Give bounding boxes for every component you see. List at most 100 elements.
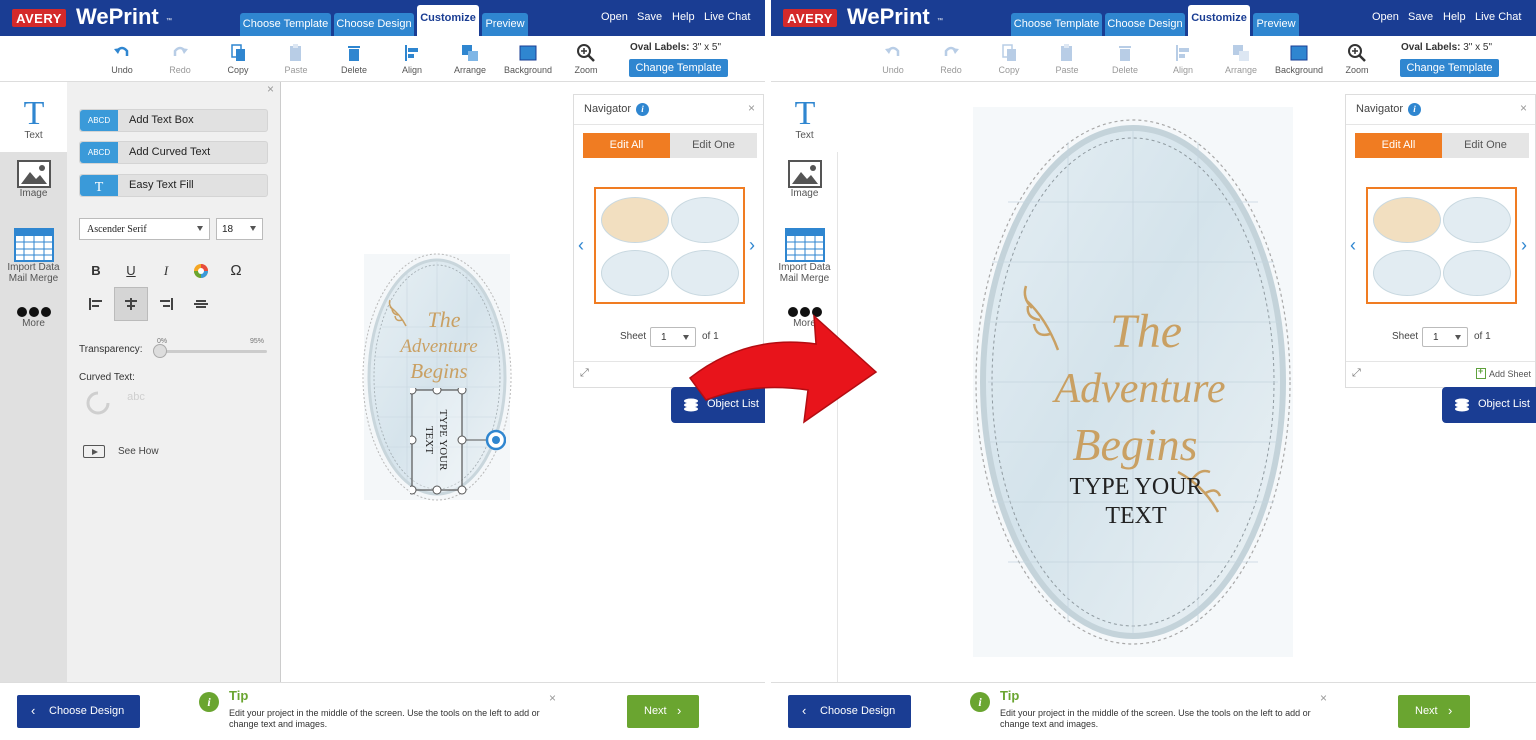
- paste-button[interactable]: Paste: [268, 36, 324, 82]
- background-button[interactable]: Background: [500, 36, 556, 82]
- title-line-2[interactable]: Adventure: [398, 336, 477, 357]
- design-canvas[interactable]: The Adventure Begins TYPE YOUR TEXT Navi…: [838, 82, 1536, 682]
- font-family-select[interactable]: Ascender Serif: [79, 218, 210, 240]
- add-text-box-button[interactable]: ABCD Add Text Box: [79, 109, 268, 132]
- copy-button[interactable]: Copy: [981, 36, 1037, 82]
- mini-label[interactable]: [1443, 197, 1511, 243]
- delete-button[interactable]: Delete: [326, 36, 382, 82]
- zoom-button[interactable]: Zoom: [1329, 36, 1385, 82]
- choose-design-button[interactable]: ‹ Choose Design: [788, 695, 911, 728]
- edit-all-tab[interactable]: Edit All: [1355, 133, 1442, 158]
- object-list-button[interactable]: Object List: [1442, 387, 1536, 423]
- tab-preview[interactable]: Preview: [482, 13, 528, 36]
- paste-button[interactable]: Paste: [1039, 36, 1095, 82]
- expand-icon[interactable]: ⤢: [580, 367, 589, 380]
- edit-one-tab[interactable]: Edit One: [1442, 133, 1529, 158]
- selected-text-box[interactable]: TYPE YOUR TEXT: [410, 388, 506, 500]
- chevron-left-icon[interactable]: ‹: [578, 235, 584, 256]
- live-chat-link[interactable]: Live Chat: [1475, 11, 1521, 23]
- mini-label[interactable]: [1373, 250, 1441, 296]
- add-sheet-button[interactable]: Add Sheet: [1476, 366, 1531, 379]
- background-button[interactable]: Background: [1271, 36, 1327, 82]
- align-button[interactable]: Align: [1155, 36, 1211, 82]
- font-size-select[interactable]: 18: [216, 218, 263, 240]
- chevron-left-icon[interactable]: ‹: [1350, 235, 1356, 256]
- arrange-button[interactable]: Arrange: [442, 36, 498, 82]
- delete-button[interactable]: Delete: [1097, 36, 1153, 82]
- sidebar-item-image[interactable]: Image: [0, 160, 67, 199]
- close-icon[interactable]: ×: [549, 691, 556, 705]
- bold-button[interactable]: B: [81, 256, 111, 286]
- sheet-thumbnail[interactable]: [594, 187, 745, 304]
- title-line-1[interactable]: The: [1110, 305, 1182, 358]
- mini-label[interactable]: [601, 197, 669, 243]
- sidebar-item-import-data[interactable]: Import Data Mail Merge: [771, 228, 838, 284]
- mini-label[interactable]: [601, 250, 669, 296]
- body-text-line-1[interactable]: TYPE YOUR: [437, 409, 449, 471]
- info-icon[interactable]: i: [1408, 103, 1421, 116]
- tab-customize[interactable]: Customize: [1188, 5, 1250, 36]
- title-line-1[interactable]: The: [428, 307, 461, 332]
- edit-all-tab[interactable]: Edit All: [583, 133, 670, 158]
- curve-circle-icon[interactable]: [85, 390, 111, 416]
- align-center-button[interactable]: [114, 287, 148, 321]
- arrange-button[interactable]: Arrange: [1213, 36, 1269, 82]
- zoom-button[interactable]: Zoom: [558, 36, 614, 82]
- chevron-right-icon[interactable]: ›: [1521, 235, 1527, 256]
- special-characters-button[interactable]: Ω: [221, 256, 251, 286]
- curve-arc-icon[interactable]: abc: [121, 388, 151, 408]
- undo-button[interactable]: Undo: [865, 36, 921, 82]
- tab-preview[interactable]: Preview: [1253, 13, 1299, 36]
- mini-label[interactable]: [1443, 250, 1511, 296]
- sheet-select[interactable]: 1: [1422, 327, 1468, 347]
- redo-button[interactable]: Redo: [152, 36, 208, 82]
- transparency-slider-handle[interactable]: [153, 344, 167, 358]
- align-left-button[interactable]: [81, 289, 111, 319]
- next-button[interactable]: Next ›: [627, 695, 699, 728]
- help-link[interactable]: Help: [672, 11, 695, 23]
- text-color-button[interactable]: [186, 256, 216, 286]
- easy-text-fill-button[interactable]: T Easy Text Fill: [79, 174, 268, 197]
- tab-choose-template[interactable]: Choose Template: [1011, 13, 1102, 36]
- sheet-thumbnail[interactable]: [1366, 187, 1517, 304]
- close-icon[interactable]: ×: [1520, 101, 1527, 115]
- sidebar-item-text[interactable]: T Text: [771, 82, 838, 152]
- avery-logo[interactable]: AVERY: [12, 9, 66, 27]
- sidebar-item-more[interactable]: More: [0, 306, 67, 329]
- tab-customize[interactable]: Customize: [417, 5, 479, 36]
- mini-label[interactable]: [1373, 197, 1441, 243]
- info-icon[interactable]: i: [636, 103, 649, 116]
- tab-choose-template[interactable]: Choose Template: [240, 13, 331, 36]
- sidebar-item-image[interactable]: Image: [771, 160, 838, 199]
- mini-label[interactable]: [671, 197, 739, 243]
- undo-button[interactable]: Undo: [94, 36, 150, 82]
- help-link[interactable]: Help: [1443, 11, 1466, 23]
- open-link[interactable]: Open: [1372, 11, 1399, 23]
- underline-button[interactable]: U: [116, 256, 146, 286]
- title-line-3[interactable]: Begins: [1072, 419, 1197, 470]
- transparency-slider-track[interactable]: [157, 350, 267, 353]
- title-line-3[interactable]: Begins: [410, 359, 467, 383]
- add-curved-text-button[interactable]: ABCD Add Curved Text: [79, 141, 268, 164]
- chevron-right-icon[interactable]: ›: [749, 235, 755, 256]
- change-template-button[interactable]: Change Template: [629, 59, 728, 77]
- sidebar-item-text[interactable]: T Text: [0, 82, 67, 152]
- expand-icon[interactable]: ⤢: [1352, 367, 1361, 380]
- avery-logo[interactable]: AVERY: [783, 9, 837, 27]
- body-text-line-2[interactable]: TEXT: [423, 426, 435, 454]
- tab-choose-design[interactable]: Choose Design: [334, 13, 414, 36]
- save-link[interactable]: Save: [637, 11, 662, 23]
- live-chat-link[interactable]: Live Chat: [704, 11, 750, 23]
- title-line-2[interactable]: Adventure: [1051, 366, 1225, 412]
- close-icon[interactable]: ×: [1320, 691, 1327, 705]
- change-template-button[interactable]: Change Template: [1400, 59, 1499, 77]
- mini-label[interactable]: [671, 250, 739, 296]
- tab-choose-design[interactable]: Choose Design: [1105, 13, 1185, 36]
- vertical-align-button[interactable]: [186, 289, 216, 319]
- edit-one-tab[interactable]: Edit One: [670, 133, 757, 158]
- next-button[interactable]: Next ›: [1398, 695, 1470, 728]
- copy-button[interactable]: Copy: [210, 36, 266, 82]
- close-icon[interactable]: ×: [267, 82, 274, 96]
- sidebar-item-import-data[interactable]: Import Data Mail Merge: [0, 228, 67, 284]
- redo-button[interactable]: Redo: [923, 36, 979, 82]
